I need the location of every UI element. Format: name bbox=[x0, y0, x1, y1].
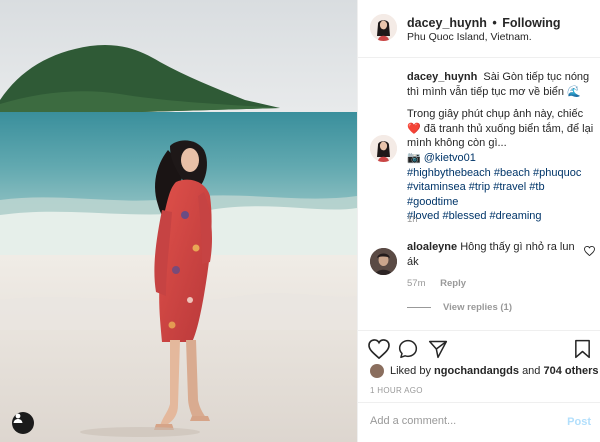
caption-line-2: Trong giây phút chụp ảnh này, chiếc ❤️ đ… bbox=[407, 108, 594, 150]
caption-avatar-image bbox=[370, 135, 397, 162]
author-username[interactable]: dacey_huynh bbox=[407, 16, 487, 30]
mention-link[interactable]: @kietvo01 bbox=[424, 152, 476, 164]
bookmark-icon[interactable] bbox=[574, 339, 591, 359]
caption-author-avatar[interactable] bbox=[370, 135, 397, 162]
hashtags-line-2[interactable]: #vitaminsea #trip #travel #tb #goodtime bbox=[407, 181, 545, 208]
hashtags-line-1[interactable]: #highbythebeach #beach #phuquoc bbox=[407, 167, 581, 179]
user-tag-button[interactable] bbox=[12, 412, 34, 434]
caption-username[interactable]: dacey_huynh bbox=[407, 71, 477, 83]
view-replies-label: View replies (1) bbox=[443, 302, 512, 313]
likes-prefix: Liked by bbox=[390, 365, 431, 377]
comment-meta: 57m Reply bbox=[407, 278, 466, 289]
comment-body: aloaleyne Hông thấy gì nhỏ ra lun ák bbox=[407, 240, 577, 270]
comment-heart-icon[interactable] bbox=[584, 246, 595, 256]
likes-count[interactable]: 704 others bbox=[543, 365, 598, 377]
hashtags-line-3[interactable]: #loved #blessed #dreaming bbox=[407, 210, 542, 222]
comment-timestamp: 57m bbox=[407, 278, 426, 289]
comment-icon[interactable] bbox=[398, 339, 418, 359]
post-timestamp: 1 HOUR AGO bbox=[370, 386, 423, 395]
author-avatar-image bbox=[370, 14, 397, 41]
liker-avatar bbox=[370, 364, 384, 378]
post-comment-button[interactable]: Post bbox=[567, 416, 591, 428]
commenter-username[interactable]: aloaleyne bbox=[407, 241, 457, 253]
comments-section: dacey_huynh Sài Gòn tiếp tục nóng thì mì… bbox=[358, 58, 600, 330]
user-tag-icon bbox=[13, 413, 23, 423]
share-icon[interactable] bbox=[428, 339, 448, 359]
beach-photo bbox=[0, 0, 357, 442]
commenter-avatar-image bbox=[370, 248, 397, 275]
post-photo[interactable] bbox=[0, 0, 357, 442]
header-title: dacey_huynh • Following bbox=[407, 16, 561, 30]
comment-input[interactable] bbox=[370, 415, 550, 427]
post-header: dacey_huynh • Following Phu Quoc Island,… bbox=[358, 0, 600, 58]
view-replies-button[interactable]: View replies (1) bbox=[407, 302, 512, 313]
reply-button[interactable]: Reply bbox=[440, 278, 466, 289]
add-comment-bar: Post bbox=[358, 402, 600, 442]
following-button[interactable]: Following bbox=[502, 16, 560, 30]
heart-icon[interactable] bbox=[368, 339, 390, 359]
commenter-avatar[interactable] bbox=[370, 248, 397, 275]
likes-summary[interactable]: Liked by ngochandangds and 704 others bbox=[370, 364, 599, 378]
post-caption: dacey_huynh Sài Gòn tiếp tục nóng thì mì… bbox=[407, 70, 595, 224]
caption-timestamp: 1h bbox=[407, 214, 418, 225]
post-sidebar: dacey_huynh • Following Phu Quoc Island,… bbox=[357, 0, 600, 442]
camera-emoji: 📷 bbox=[407, 151, 421, 164]
post-location[interactable]: Phu Quoc Island, Vietnam. bbox=[407, 31, 532, 43]
replies-divider bbox=[407, 306, 431, 308]
header-separator: • bbox=[492, 16, 497, 30]
liker-username[interactable]: ngochandangds bbox=[434, 365, 519, 377]
author-avatar[interactable] bbox=[370, 14, 397, 41]
likes-and: and bbox=[522, 365, 541, 377]
